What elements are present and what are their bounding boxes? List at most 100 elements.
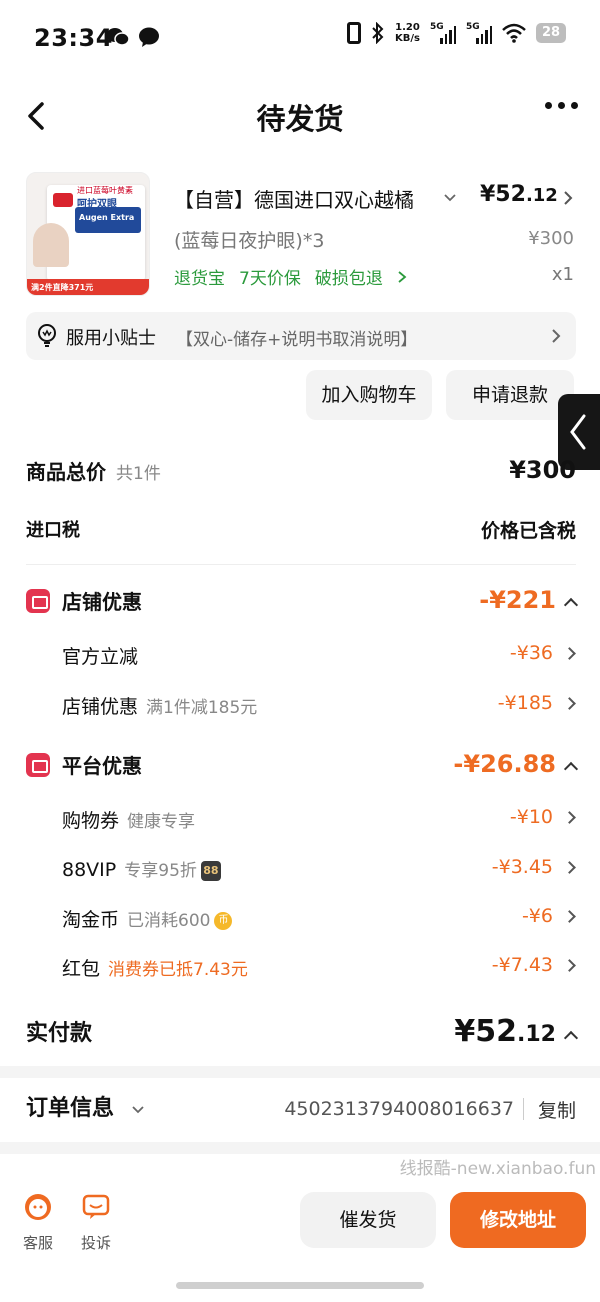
modify-address-button[interactable]: 修改地址 — [450, 1192, 586, 1248]
discount-note: 已消耗600 — [127, 911, 211, 931]
platform-discount-header[interactable]: 平台优惠 -¥26.88 — [26, 750, 579, 782]
refund-button[interactable]: 申请退款 — [446, 370, 574, 420]
customer-service-icon — [25, 1194, 51, 1220]
wifi-icon — [502, 23, 526, 43]
section-gap — [0, 1066, 600, 1078]
chevron-up-icon — [563, 1030, 579, 1046]
discount-row[interactable]: 88VIP 专享95折 88 -¥3.45 — [62, 856, 576, 884]
add-to-cart-button[interactable]: 加入购物车 — [306, 370, 432, 420]
product-image-logo — [53, 193, 73, 207]
complaint-label: 投诉 — [80, 1234, 111, 1252]
tax-label: 进口税 — [26, 520, 80, 541]
section-gap — [0, 1142, 600, 1154]
product-spec: (蓝莓日夜护眼)*3 — [174, 230, 325, 252]
product-image-banner-text: 满2件直降371元 — [31, 283, 94, 292]
chevron-down-icon[interactable] — [130, 1102, 146, 1118]
paid-value[interactable]: ¥52.12 — [454, 1014, 579, 1049]
platform-discount-label: 平台优惠 — [62, 754, 142, 778]
discount-amount-value: -¥10 — [509, 806, 553, 828]
discount-label: 88VIP — [62, 859, 117, 881]
status-system-icons: 1.20 KB/s 5G 5G 28 — [347, 22, 566, 44]
discount-amount-value: -¥185 — [497, 692, 553, 714]
chevron-up-icon — [563, 597, 579, 613]
chevron-right-icon — [563, 910, 576, 923]
chevron-right-icon — [563, 647, 576, 660]
discount-amount: -¥36 — [510, 642, 576, 664]
discount-amount: -¥10 — [509, 806, 576, 828]
shop-discount-total: -¥221 — [479, 586, 579, 614]
total-value: ¥300 — [509, 456, 576, 484]
usage-tips-bar[interactable]: 服用小贴士 【双心-储存+说明书取消说明】 — [26, 312, 576, 360]
vip88-badge-icon: 88 — [200, 860, 221, 881]
total-row: 商品总价 共1件 ¥300 — [26, 456, 576, 486]
chevron-right-icon[interactable] — [562, 190, 574, 206]
home-indicator[interactable] — [176, 1282, 424, 1289]
discount-row[interactable]: 红包 消费券已抵7.43元 -¥7.43 — [62, 954, 576, 982]
product-price-int: ¥52 — [480, 182, 526, 207]
discount-row[interactable]: 购物券 健康专享 -¥10 — [62, 806, 576, 834]
chevron-down-icon[interactable] — [442, 190, 458, 206]
nav-bar: 待发货 — [0, 80, 600, 152]
tips-text: 【双心-储存+说明书取消说明】 — [176, 330, 418, 350]
shop-icon — [26, 588, 50, 613]
platform-discount-total: -¥26.88 — [453, 750, 579, 778]
page-title: 待发货 — [256, 102, 344, 136]
product-actions: 加入购物车 申请退款 — [306, 370, 574, 420]
discount-amount: -¥3.45 — [492, 856, 576, 878]
urge-shipping-button[interactable]: 催发货 — [300, 1192, 436, 1248]
complaint-icon — [82, 1194, 110, 1219]
discount-note: 健康专享 — [127, 812, 196, 832]
chevron-right-icon — [563, 697, 576, 710]
paid-row: 实付款 ¥52.12 — [26, 1014, 579, 1054]
discount-label: 淘金币 — [62, 909, 120, 931]
product-price-dec: .12 — [525, 185, 558, 206]
complaint-button[interactable]: 投诉 — [76, 1192, 116, 1253]
wechat-icon — [107, 28, 130, 46]
product-image-person — [33, 223, 69, 267]
chevron-right-icon — [552, 329, 561, 343]
shop-discount-header[interactable]: 店铺优惠 -¥221 — [26, 586, 579, 618]
chevron-right-icon — [563, 959, 576, 972]
order-info-label[interactable]: 订单信息 — [26, 1096, 114, 1121]
status-notification-icons — [106, 26, 160, 48]
service-tags[interactable]: 退货宝 7天价保 破损包退 — [174, 264, 407, 289]
discount-note: 专享95折 — [124, 861, 197, 881]
signal-sim2-icon: 5G — [466, 22, 492, 44]
divider — [523, 1098, 524, 1120]
chevron-up-icon — [563, 761, 579, 777]
discount-row[interactable]: 店铺优惠 满1件减185元 -¥185 — [62, 692, 576, 720]
tax-row: 进口税 价格已含税 — [26, 516, 576, 544]
copy-button[interactable]: 复制 — [538, 1096, 576, 1123]
discount-amount-value: -¥7.43 — [491, 954, 553, 976]
total-label: 商品总价 — [26, 460, 106, 484]
network-speed: 1.20 KB/s — [395, 22, 420, 44]
vibrate-icon — [347, 22, 362, 44]
discount-label: 红包 — [62, 958, 101, 980]
sim2-label: 5G — [466, 22, 480, 32]
service-tag-return: 退货宝 — [174, 269, 225, 289]
chevron-right-icon — [563, 811, 576, 824]
platform-icon — [26, 752, 50, 777]
shop-discount-label: 店铺优惠 — [62, 590, 142, 614]
more-menu-icon[interactable] — [545, 102, 578, 109]
tax-value: 价格已含税 — [480, 520, 576, 542]
product-price: ¥52.12 — [480, 182, 558, 207]
discount-row[interactable]: 淘金币 已消耗600 币 -¥6 — [62, 905, 576, 933]
service-tag-damage-refund: 破损包退 — [314, 269, 383, 289]
platform-discount-total-value: -¥26.88 — [453, 750, 556, 778]
discount-label: 店铺优惠 — [62, 696, 139, 718]
customer-service-label: 客服 — [22, 1234, 53, 1252]
tips-label: 服用小贴士 — [66, 328, 156, 349]
watermark: 线报酷-new.xianbao.fun — [399, 1159, 596, 1179]
product-card[interactable]: 进口蓝莓叶黄素 呵护双眼 Augen Extra 满2件直降371元 【自营】德… — [26, 172, 576, 296]
customer-service-button[interactable]: 客服 — [18, 1192, 58, 1253]
product-image[interactable]: 进口蓝莓叶黄素 呵护双眼 Augen Extra 满2件直降371元 — [26, 172, 150, 296]
product-title[interactable]: 【自营】德国进口双心越橘 — [174, 184, 436, 213]
network-speed-value: 1.20 — [395, 22, 420, 33]
discount-row[interactable]: 官方立减 -¥36 — [62, 642, 576, 670]
chevron-right-icon — [398, 270, 407, 283]
divider — [26, 564, 576, 565]
paid-value-int: ¥52 — [454, 1014, 518, 1049]
discount-amount-value: -¥6 — [521, 905, 553, 927]
product-original-price: ¥300 — [528, 228, 574, 249]
